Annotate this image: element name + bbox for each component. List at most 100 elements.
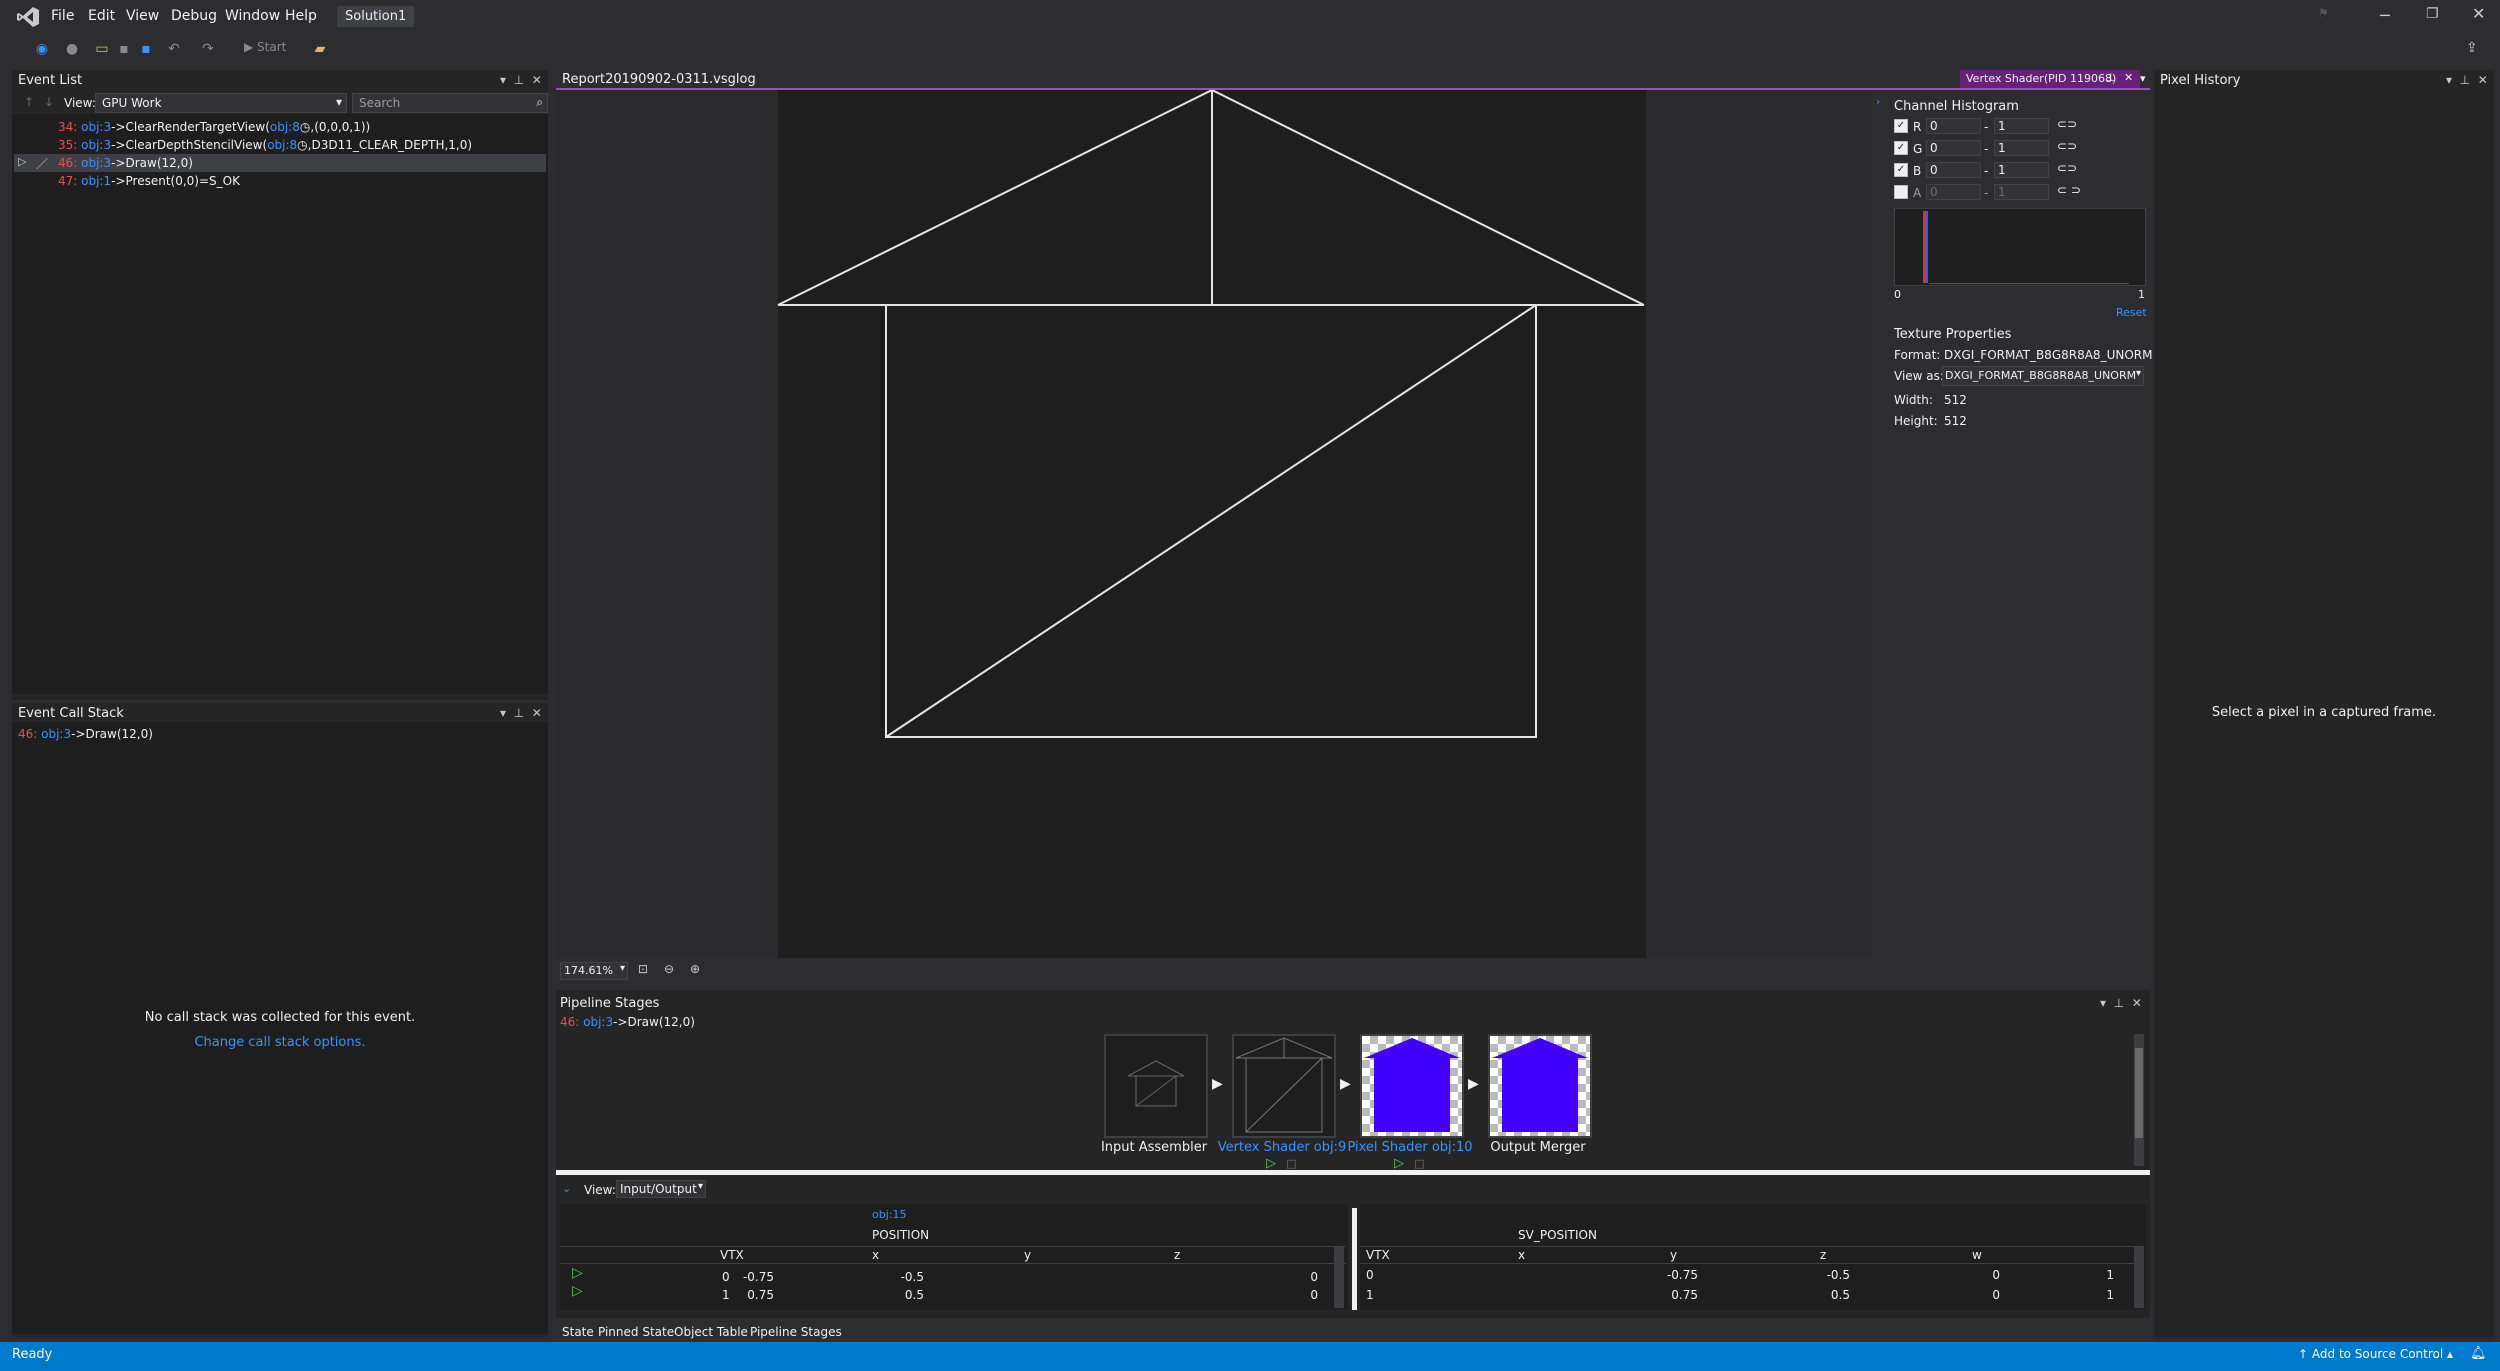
menu-debug[interactable]: Debug <box>171 8 217 24</box>
histogram-collapse-icon[interactable]: › <box>1876 95 1880 108</box>
minimize-button[interactable]: ─ <box>2380 6 2390 25</box>
start-button[interactable]: ▶ Start <box>244 40 286 54</box>
event-obj-link[interactable]: obj:8 <box>270 120 300 134</box>
open-file-icon[interactable]: ▭ <box>92 41 112 59</box>
event-list-panel-controls[interactable]: ▾ ⊥ ✕ <box>500 73 542 87</box>
save-icon[interactable]: ▪ <box>114 41 134 59</box>
link-icon[interactable]: ⊂⊃ <box>2057 117 2077 131</box>
channel-b-max[interactable]: 1 <box>1994 162 2049 178</box>
bell-icon[interactable]: 🔔︎ <box>2470 1346 2487 1361</box>
channel-g-max[interactable]: 1 <box>1994 140 2049 156</box>
undo-icon[interactable]: ↶ <box>164 41 184 59</box>
forward-nav-icon[interactable]: ● <box>62 41 82 59</box>
histogram-reset-link[interactable]: Reset <box>2116 306 2147 319</box>
pin-icon[interactable]: ⊥ <box>2106 71 2116 84</box>
unlink-icon[interactable]: ⊂ ⊃ <box>2057 183 2081 197</box>
pixel-shader-label[interactable]: Pixel Shader obj:10 <box>1340 1140 1480 1155</box>
menu-window[interactable]: Window <box>225 8 280 24</box>
notification-icon[interactable]: ⚑ <box>2318 6 2329 20</box>
list-item[interactable]: 46: obj:3->Draw(12,0) <box>58 156 193 170</box>
event-up-icon[interactable]: ↑ <box>24 95 34 109</box>
event-obj-link[interactable]: obj:3 <box>81 156 111 170</box>
expand-arrow-icon[interactable]: ▷ <box>18 155 26 168</box>
capture-icon[interactable]: ▰ <box>310 41 330 59</box>
menu-view[interactable]: View <box>126 8 159 24</box>
event-obj-link[interactable]: obj:3 <box>81 138 111 152</box>
render-viewport[interactable] <box>556 90 1872 958</box>
vertex-shader-play-icon[interactable]: ▷ <box>1266 1156 1276 1171</box>
event-obj-link[interactable]: obj:3 <box>81 120 111 134</box>
tab-object-table[interactable]: Object Table <box>674 1325 748 1339</box>
close-icon[interactable]: ✕ <box>2124 71 2133 84</box>
event-search-input[interactable]: Search ⌕ <box>352 93 548 113</box>
channel-r-min[interactable]: 0 <box>1926 118 1981 134</box>
input-buffer-obj-link[interactable]: obj:15 <box>872 1208 906 1221</box>
restore-button[interactable]: ❐ <box>2426 6 2439 22</box>
event-obj-link[interactable]: obj:3 <box>41 727 71 741</box>
channel-a-max[interactable]: 1 <box>1994 184 2049 200</box>
event-view-select[interactable]: GPU Work ▾ <box>95 93 347 113</box>
channel-r-checkbox[interactable]: ✓ <box>1894 119 1908 133</box>
output-table-scrollbar[interactable] <box>2134 1246 2144 1308</box>
channel-b-min[interactable]: 0 <box>1926 162 1981 178</box>
save-all-icon[interactable]: ▪ <box>136 41 156 59</box>
close-window-button[interactable]: ✕ <box>2472 4 2485 23</box>
tab-overflow-icon[interactable]: ▾ <box>2140 72 2146 85</box>
splitter[interactable] <box>556 1170 2150 1175</box>
channel-a-min[interactable]: 0 <box>1926 184 1981 200</box>
vertex-shader-thumbnail[interactable] <box>1232 1034 1336 1138</box>
channel-a-checkbox[interactable] <box>1894 185 1908 199</box>
pipeline-panel-controls[interactable]: ▾ ⊥ ✕ <box>2100 996 2142 1010</box>
zoom-select[interactable]: 174.61% ▾ <box>560 962 628 980</box>
pipeline-scrollbar[interactable] <box>2134 1034 2144 1166</box>
link-icon[interactable]: ⊂⊃ <box>2057 161 2077 175</box>
zoom-out-icon[interactable]: ⊖ <box>664 962 674 976</box>
vertex-shader-tab[interactable]: Vertex Shader(PID 119068) ⊥ ✕ <box>1960 70 2140 88</box>
menu-file[interactable]: File <box>51 8 74 24</box>
list-item[interactable]: 47: obj:1->Present(0,0)=S_OK <box>58 174 240 188</box>
vertex-shader-stop-icon[interactable]: □ <box>1286 1157 1296 1170</box>
channel-b-checkbox[interactable]: ✓ <box>1894 163 1908 177</box>
list-item[interactable]: 34: obj:3->ClearRenderTargetView(obj:8◷,… <box>58 120 370 134</box>
source-control-button[interactable]: ↑ Add to Source Control ▴ <box>2298 1347 2453 1361</box>
input-assembler-label[interactable]: Input Assembler <box>1084 1140 1224 1155</box>
scrollbar-thumb[interactable] <box>2135 1048 2143 1138</box>
render-target-image[interactable] <box>556 90 1872 958</box>
event-obj-link[interactable]: obj:3 <box>583 1015 613 1029</box>
tab-pipeline-stages[interactable]: Pipeline Stages <box>750 1325 842 1339</box>
event-obj-link[interactable]: obj:1 <box>81 174 111 188</box>
event-down-icon[interactable]: ↓ <box>44 95 54 109</box>
fit-to-window-icon[interactable]: ⊡ <box>638 962 648 976</box>
vertex-shader-label[interactable]: Vertex Shader obj:9 <box>1212 1140 1352 1155</box>
io-view-select[interactable]: Input/Output ▾ <box>616 1180 706 1198</box>
channel-g-checkbox[interactable]: ✓ <box>1894 141 1908 155</box>
view-as-select[interactable]: DXGI_FORMAT_B8G8R8A8_UNORM ▾ <box>1942 366 2144 386</box>
channel-g-min[interactable]: 0 <box>1926 140 1981 156</box>
output-merger-thumbnail[interactable] <box>1488 1034 1592 1138</box>
channel-r-max[interactable]: 1 <box>1994 118 2049 134</box>
event-obj-link[interactable]: obj:8 <box>267 138 297 152</box>
io-splitter[interactable] <box>1352 1208 1357 1310</box>
quick-launch-icon[interactable]: ⇪ <box>2466 40 2478 56</box>
table-row: 1 0.75 0.5 0 1 <box>1360 1288 2116 1304</box>
menu-help[interactable]: Help <box>285 8 317 24</box>
call-stack-panel-controls[interactable]: ▾ ⊥ ✕ <box>500 706 542 720</box>
input-assembler-thumbnail[interactable] <box>1104 1034 1208 1138</box>
tab-pinned-state[interactable]: Pinned State <box>598 1325 674 1339</box>
document-tab[interactable]: Report20190902-0311.vsglog <box>562 72 756 87</box>
pixel-shader-play-icon[interactable]: ▷ <box>1394 1156 1404 1171</box>
call-stack-options-link[interactable]: Change call stack options. <box>12 1035 548 1050</box>
input-table-scrollbar[interactable] <box>1334 1246 1344 1308</box>
pixel-shader-stop-icon[interactable]: □ <box>1414 1157 1424 1170</box>
tab-state[interactable]: State <box>562 1325 594 1339</box>
redo-icon[interactable]: ↷ <box>198 41 218 59</box>
link-icon[interactable]: ⊂⊃ <box>2057 139 2077 153</box>
output-merger-label[interactable]: Output Merger <box>1468 1140 1608 1155</box>
list-item[interactable]: 35: obj:3->ClearDepthStencilView(obj:8◷,… <box>58 138 472 152</box>
back-nav-icon[interactable]: ◉ <box>32 41 52 59</box>
zoom-in-icon[interactable]: ⊕ <box>690 962 700 976</box>
pixel-history-panel-controls[interactable]: ▾ ⊥ ✕ <box>2446 73 2488 87</box>
menu-edit[interactable]: Edit <box>88 8 115 24</box>
io-collapse-icon[interactable]: ⌄ <box>562 1182 571 1195</box>
pixel-shader-thumbnail[interactable] <box>1360 1034 1464 1138</box>
